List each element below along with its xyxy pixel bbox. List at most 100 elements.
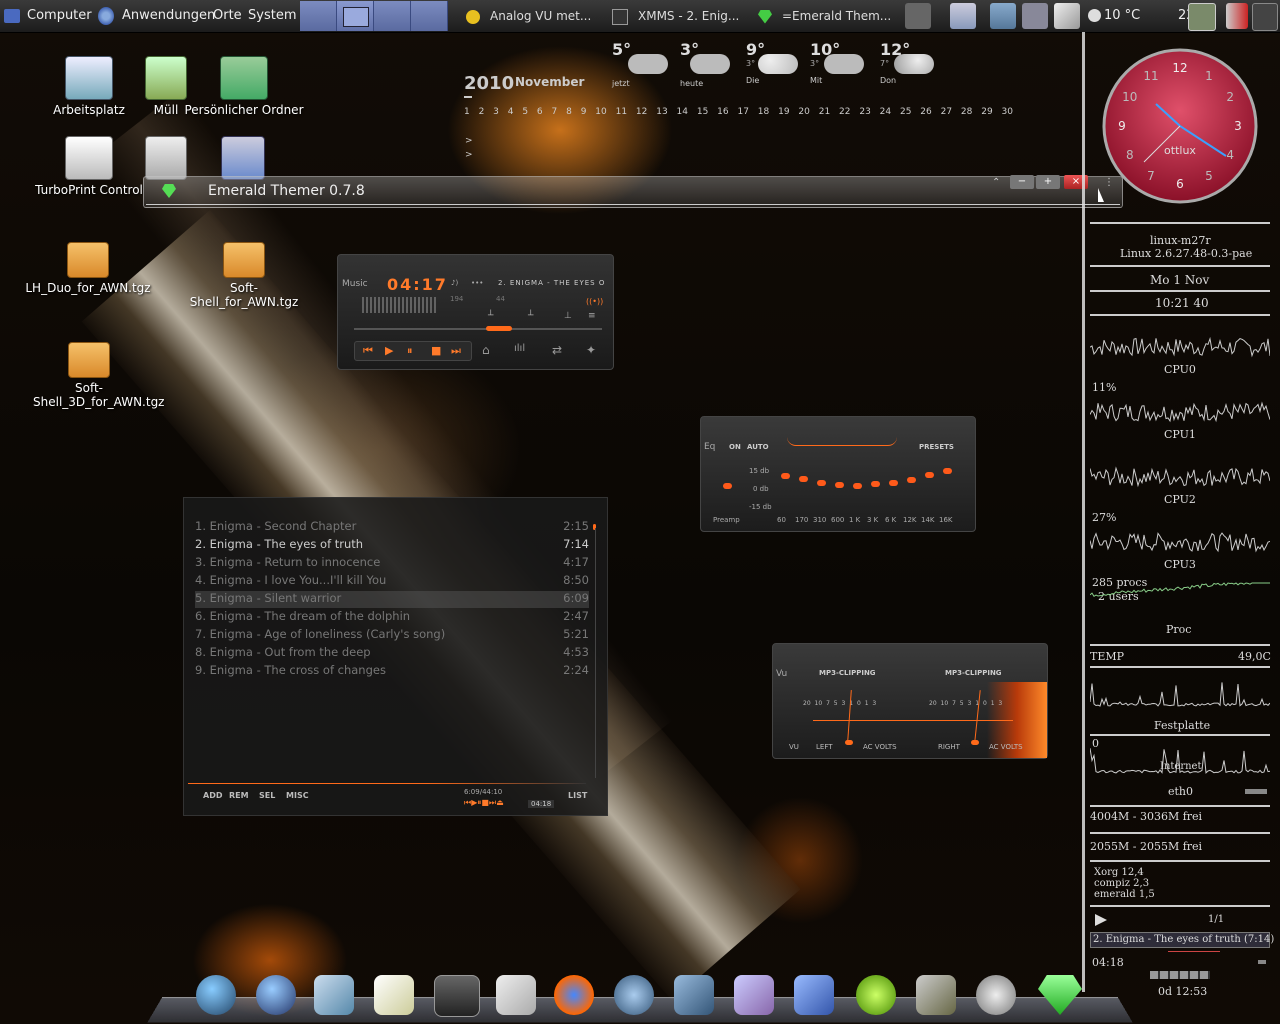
dock-firefox-icon[interactable] [554,975,594,1015]
playlist-row[interactable]: 7. Enigma - Age of loneliness (Carly's s… [195,627,589,644]
dock-media-icon[interactable] [976,975,1016,1015]
remove-button[interactable]: REM [229,791,249,800]
eq-band-knob[interactable] [817,480,826,486]
playlist-row[interactable]: 4. Enigma - I love You...I'll kill You 8:… [195,573,589,590]
playlist-row[interactable]: 2. Enigma - The eyes of truth 7:14 [195,537,589,554]
dock-notes-icon[interactable] [374,975,414,1015]
printer-icon[interactable] [950,3,976,29]
map-icon[interactable] [990,3,1016,29]
dock-settings-icon[interactable] [496,975,536,1015]
net-toggle-icon[interactable] [1245,789,1267,794]
minimize-button[interactable]: − [1010,175,1034,189]
misc-button[interactable]: MISC [286,791,309,800]
previous-icon[interactable]: ⏮ [363,344,373,358]
playlist-row[interactable]: 8. Enigma - Out from the deep 4:53 [195,645,589,662]
dock-browser-icon[interactable] [196,975,236,1015]
dock-home-icon[interactable] [256,975,296,1015]
dock-network-icon[interactable] [674,975,714,1015]
menu-computer[interactable]: Computer [27,8,92,23]
pencil-icon[interactable] [1054,3,1080,29]
eq-band-knob[interactable] [799,476,808,482]
desktop-icon-home[interactable]: Persönlicher Ordner [184,56,304,117]
playlist-window[interactable]: 1. Enigma - Second Chapter 2:15 2. Enigma … [183,497,608,816]
screenshot-icon[interactable] [1022,3,1048,29]
playlist-row[interactable]: 5. Enigma - Silent warrior 6:09 [195,591,589,608]
desktop-icon-turboprint[interactable]: TurboPrint Control [34,136,144,197]
eq-band-knob[interactable] [889,480,898,486]
desktop-icon-soft-shell[interactable]: Soft-Shell_for_AWN.tgz [180,242,308,309]
analog-clock-widget[interactable]: 12 12 3 45 6 78 9 10 11 ottlux [1100,46,1260,206]
shuffle-icon[interactable]: ✦ [586,343,596,357]
dock-chat-icon[interactable] [856,975,896,1015]
logout-icon[interactable] [1226,3,1248,29]
desktop-icon-computer[interactable]: Arbeitsplatz [48,56,130,117]
eq-presets-button[interactable]: PRESETS [919,443,954,451]
menu-system[interactable]: System [248,8,296,23]
eq-auto-toggle[interactable]: AUTO [747,443,769,451]
preamp-knob[interactable] [723,483,732,489]
eq-toggle-icon[interactable]: ⊥ [564,311,572,321]
eq-band-knob[interactable] [907,477,916,483]
eject-icon[interactable]: ⌂ [482,343,490,357]
volume-knob-icon[interactable] [1258,960,1266,964]
eq-band-knob[interactable] [835,482,844,488]
task-analog-vu[interactable]: Analog VU met... [466,1,606,31]
desktop-icon-soft-shell-3d[interactable]: Soft-Shell_3D_for_AWN.tgz [30,342,164,409]
mini-transport-icon[interactable]: ⏮▶⏸■⏭⏏ [464,798,504,808]
eq-band-knob[interactable] [925,472,934,478]
dock-terminal-icon[interactable] [434,975,480,1017]
workspace-1[interactable] [300,1,337,31]
playlist-row[interactable]: 9. Enigma - The cross of changes 2:24 [195,663,589,680]
seek-knob[interactable] [486,326,512,331]
vu-meter-window[interactable]: Vu MP3-CLIPPING MP3-CLIPPING 20 10 7 5 3… [772,643,1048,759]
mini-player-controls-icon[interactable] [1150,971,1210,979]
spectrum-visualizer[interactable] [362,297,437,313]
trash-panel-icon[interactable] [1252,3,1278,31]
desktop-icon-lh-duo[interactable]: LH_Duo_for_AWN.tgz [20,242,156,295]
workspace-2[interactable] [337,1,374,31]
task-emerald[interactable]: =Emerald Them... [758,1,898,31]
repeat-icon[interactable]: ⇄ [552,343,562,357]
show-desktop-icon[interactable] [1188,3,1216,31]
select-button[interactable]: SEL [259,791,275,800]
stop-icon[interactable]: ■ [431,344,441,357]
dock-office-icon[interactable] [734,975,774,1015]
shade-icon[interactable]: ⌃ [992,177,1000,188]
workspace-3[interactable] [374,1,411,31]
dock-mail-icon[interactable] [314,975,354,1015]
menu-applications[interactable]: Anwendungen [122,8,215,23]
playlist-scrollbar[interactable] [595,528,596,778]
workspace-4[interactable] [411,1,448,31]
maximize-button[interactable]: + [1036,175,1060,189]
eq-band-knob[interactable] [943,468,952,474]
dock-gimp-icon[interactable] [916,975,956,1015]
next-icon[interactable]: ⏭ [451,344,461,358]
eq-band-knob[interactable] [853,483,862,489]
add-button[interactable]: ADD [203,791,222,800]
playlist-row[interactable]: 1. Enigma - Second Chapter 2:15 [195,519,589,536]
volume-icon[interactable] [905,3,931,29]
eq-on-toggle[interactable]: ON [729,443,741,451]
eq-band-knob[interactable] [781,473,790,479]
dock-music-icon[interactable] [614,975,654,1015]
xmms-player-window[interactable]: Music 04:17 ♪) ••• 2. ENIGMA - THE EYES … [337,254,614,370]
time-display[interactable]: 04:17 [387,275,448,294]
computer-menu-icon[interactable] [4,9,20,23]
apps-menu-icon[interactable] [98,7,114,25]
list-button[interactable]: LIST [568,791,587,800]
emerald-themer-window[interactable]: Emerald Themer 0.7.8 ⌃ − + × ⋮ [143,175,1123,208]
eq-band-knob[interactable] [871,481,880,487]
playlist-row[interactable]: 3. Enigma - Return to innocence 4:17 [195,555,589,572]
pause-icon[interactable]: ⏸ [407,344,413,358]
balance-icon[interactable]: ┴ [488,311,493,321]
dock-writer-icon[interactable] [794,975,834,1015]
equalizer-window[interactable]: Eq ON AUTO PRESETS 15 db 0 db -15 db Pre… [700,416,976,532]
equalizer-icon[interactable]: ılıl [514,343,525,354]
playlist-toggle-icon[interactable]: ≡ [588,311,596,321]
playlist-row[interactable]: 6. Enigma - The dream of the dolphin 2:47 [195,609,589,626]
menu-places[interactable]: Orte [213,8,242,23]
volume-icon[interactable]: ┴ [528,311,533,321]
play-icon[interactable]: ▶ [385,344,393,357]
task-xmms[interactable]: XMMS - 2. Enig... [612,1,752,31]
seek-bar[interactable] [354,328,602,330]
